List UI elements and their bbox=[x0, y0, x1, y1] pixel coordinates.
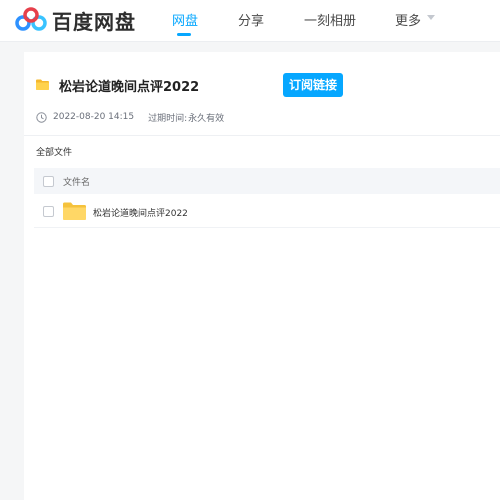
baidu-cloud-logo-icon[interactable] bbox=[14, 7, 48, 33]
share-card: 松岩论道晚间点评2022 订阅链接 2022-08-20 14:15 过期时间:… bbox=[24, 52, 500, 500]
folder-icon bbox=[63, 202, 86, 220]
nav-item-album[interactable]: 一刻相册 bbox=[304, 10, 356, 29]
column-header-filename[interactable]: 文件名 bbox=[63, 175, 90, 188]
table-row[interactable]: 松岩论道晚间点评2022 bbox=[34, 196, 500, 228]
row-filename[interactable]: 松岩论道晚间点评2022 bbox=[93, 206, 188, 219]
row-checkbox[interactable] bbox=[43, 206, 54, 217]
share-meta: 2022-08-20 14:15 过期时间: 永久有效 bbox=[36, 110, 224, 124]
subscribe-link-button[interactable]: 订阅链接 bbox=[283, 73, 343, 97]
nav-item-share[interactable]: 分享 bbox=[238, 10, 264, 29]
top-header: 百度网盘 网盘 分享 一刻相册 更多 bbox=[0, 0, 500, 42]
share-title: 松岩论道晚间点评2022 bbox=[59, 80, 200, 95]
share-date: 2022-08-20 14:15 bbox=[53, 112, 135, 122]
breadcrumb[interactable]: 全部文件 bbox=[36, 145, 72, 158]
nav-item-more[interactable]: 更多 bbox=[395, 10, 421, 29]
nav-item-netdisk[interactable]: 网盘 bbox=[172, 10, 198, 29]
logo-text[interactable]: 百度网盘 bbox=[52, 6, 136, 35]
expire-value: 永久有效 bbox=[188, 113, 225, 124]
expire-label: 过期时间: bbox=[148, 113, 188, 124]
nav-active-indicator bbox=[177, 33, 191, 36]
clock-icon bbox=[36, 111, 47, 123]
select-all-checkbox[interactable] bbox=[43, 176, 54, 187]
caret-down-icon[interactable] bbox=[427, 15, 435, 20]
table-header: 文件名 bbox=[34, 168, 500, 194]
folder-icon bbox=[36, 79, 49, 90]
divider bbox=[24, 135, 500, 136]
